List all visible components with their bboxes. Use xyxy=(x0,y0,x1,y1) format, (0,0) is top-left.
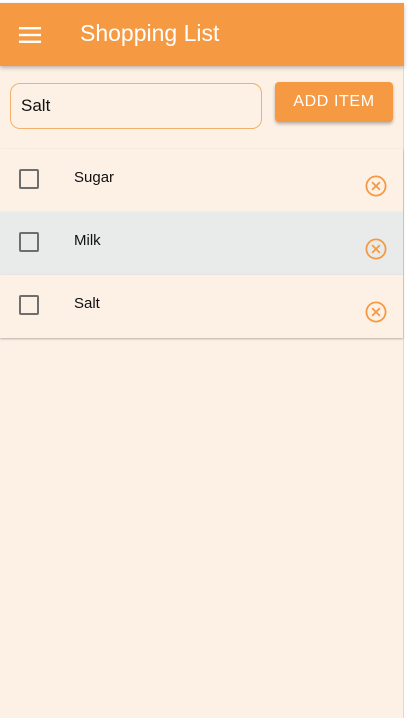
list-item: Salt xyxy=(0,275,403,338)
menu-button[interactable] xyxy=(14,21,46,49)
hamburger-menu-icon xyxy=(19,27,41,43)
item-label: Milk xyxy=(74,232,101,249)
item-input-wrapper xyxy=(10,83,262,129)
list-item: Milk xyxy=(0,212,403,275)
item-input[interactable] xyxy=(11,84,261,128)
remove-circle-icon[interactable] xyxy=(364,174,388,198)
list-item: Sugar xyxy=(0,149,403,212)
item-checkbox[interactable] xyxy=(19,295,39,315)
item-label: Sugar xyxy=(74,169,115,186)
item-checkbox[interactable] xyxy=(19,169,39,189)
app-container: Shopping List ADD ITEM Sugar Milk Salt xyxy=(0,3,404,718)
app-bar: Shopping List xyxy=(0,3,404,66)
add-item-button[interactable]: ADD ITEM xyxy=(275,82,393,122)
remove-circle-icon[interactable] xyxy=(364,237,388,261)
item-label: Salt xyxy=(74,295,100,312)
shopping-list: Sugar Milk Salt xyxy=(0,149,403,338)
remove-circle-icon[interactable] xyxy=(364,300,388,324)
item-checkbox[interactable] xyxy=(19,232,39,252)
page-title: Shopping List xyxy=(80,20,220,46)
